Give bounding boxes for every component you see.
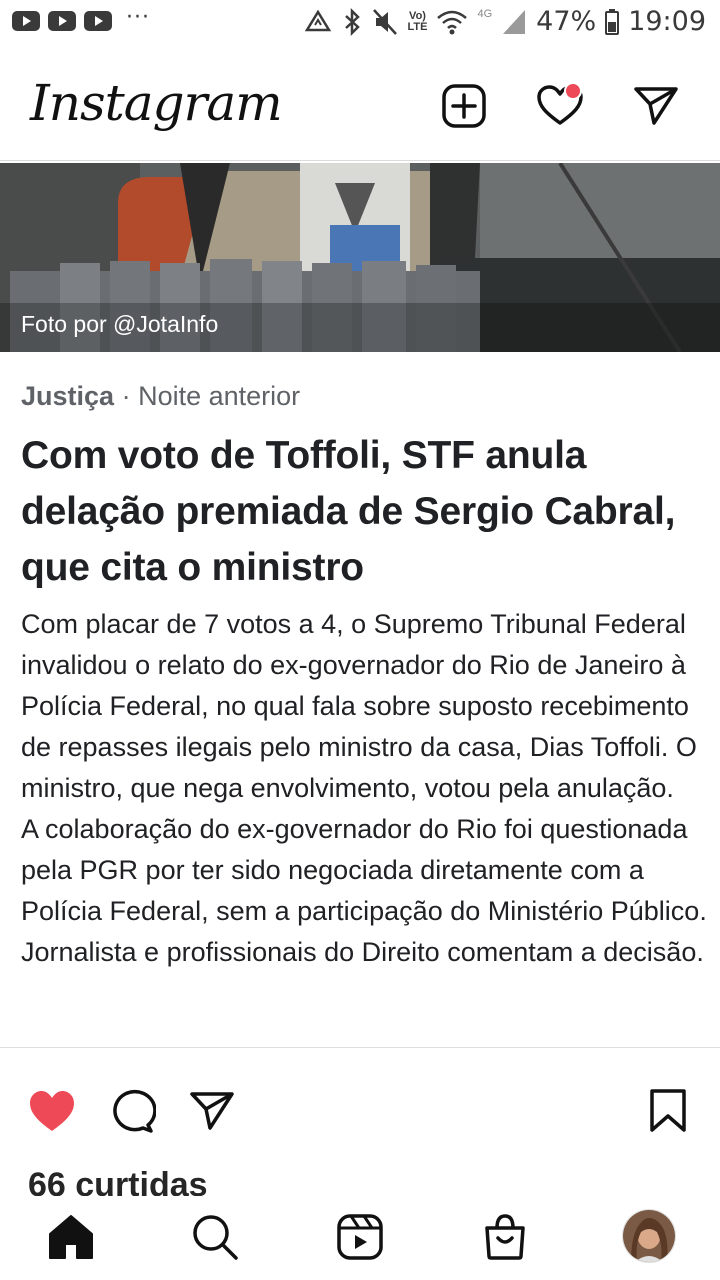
direct-message-button[interactable] (632, 82, 680, 130)
bluetooth-icon (344, 7, 360, 36)
youtube-icon (48, 11, 76, 31)
article-paragraph: A colaboração do ex-governador do Rio fo… (21, 814, 707, 967)
new-post-icon (442, 84, 486, 128)
youtube-icon (12, 11, 40, 31)
nav-shop[interactable] (480, 1212, 530, 1262)
article-body: Com placar de 7 votos a 4, o Supremo Tri… (21, 604, 711, 1046)
clock: 19:09 (628, 6, 706, 37)
post-photo[interactable]: Foto por @JotaInfo (0, 163, 720, 352)
article-time: · Noite anterior (121, 381, 301, 411)
bookmark-icon (650, 1089, 686, 1132)
new-post-button[interactable] (440, 82, 488, 130)
likes-count[interactable]: 66 curtidas (28, 1160, 428, 1196)
system-icons: Vo) LTE 4G 47% 19:09 (303, 6, 706, 37)
notification-icons: ··· (12, 5, 150, 31)
battery-percent: 47% (536, 6, 597, 37)
nav-home[interactable] (46, 1212, 96, 1262)
comment-icon (113, 1089, 157, 1133)
data-saver-icon (304, 9, 331, 31)
share-button[interactable] (188, 1088, 236, 1134)
shop-icon (485, 1214, 525, 1260)
network-type: 4G (477, 7, 493, 20)
volte-icon: Vo) LTE (407, 9, 428, 33)
direct-message-icon (634, 87, 678, 125)
signal-icon (503, 9, 526, 34)
search-icon (193, 1215, 238, 1260)
battery-icon (605, 8, 620, 35)
share-icon (190, 1092, 234, 1130)
nav-search[interactable] (190, 1212, 240, 1262)
article-paragraph: Com placar de 7 votos a 4, o Supremo Tri… (21, 609, 697, 803)
youtube-icon (84, 11, 112, 31)
bottom-nav (0, 1196, 720, 1280)
divider (0, 1047, 720, 1048)
photo-credit: Foto por @JotaInfo (21, 311, 219, 337)
status-bar: ··· Vo) LTE 4G 47% 19:09 (0, 0, 720, 50)
heart-filled-icon (30, 1091, 74, 1131)
profile-photo (623, 1210, 675, 1262)
instagram-logo[interactable]: Instagram (30, 74, 283, 132)
reels-icon (337, 1214, 383, 1260)
article-header: Justiça · Noite anterior Com voto de Tof… (21, 370, 701, 596)
wifi-icon (437, 10, 468, 34)
more-dots-icon: ··· (126, 4, 150, 30)
article-category[interactable]: Justiça (21, 381, 114, 411)
activity-button[interactable] (536, 82, 584, 130)
mute-icon (372, 8, 397, 35)
app-header: Instagram (0, 60, 720, 161)
article-title[interactable]: Com voto de Toffoli, STF anula delação p… (21, 428, 701, 596)
comment-button[interactable] (108, 1088, 157, 1134)
notification-dot (564, 82, 582, 100)
profile-avatar[interactable] (622, 1209, 676, 1263)
nav-reels[interactable] (335, 1212, 385, 1262)
article-meta: Justiça · Noite anterior (21, 370, 701, 422)
home-icon (49, 1215, 93, 1259)
like-button[interactable] (28, 1088, 76, 1134)
save-button[interactable] (644, 1088, 692, 1134)
